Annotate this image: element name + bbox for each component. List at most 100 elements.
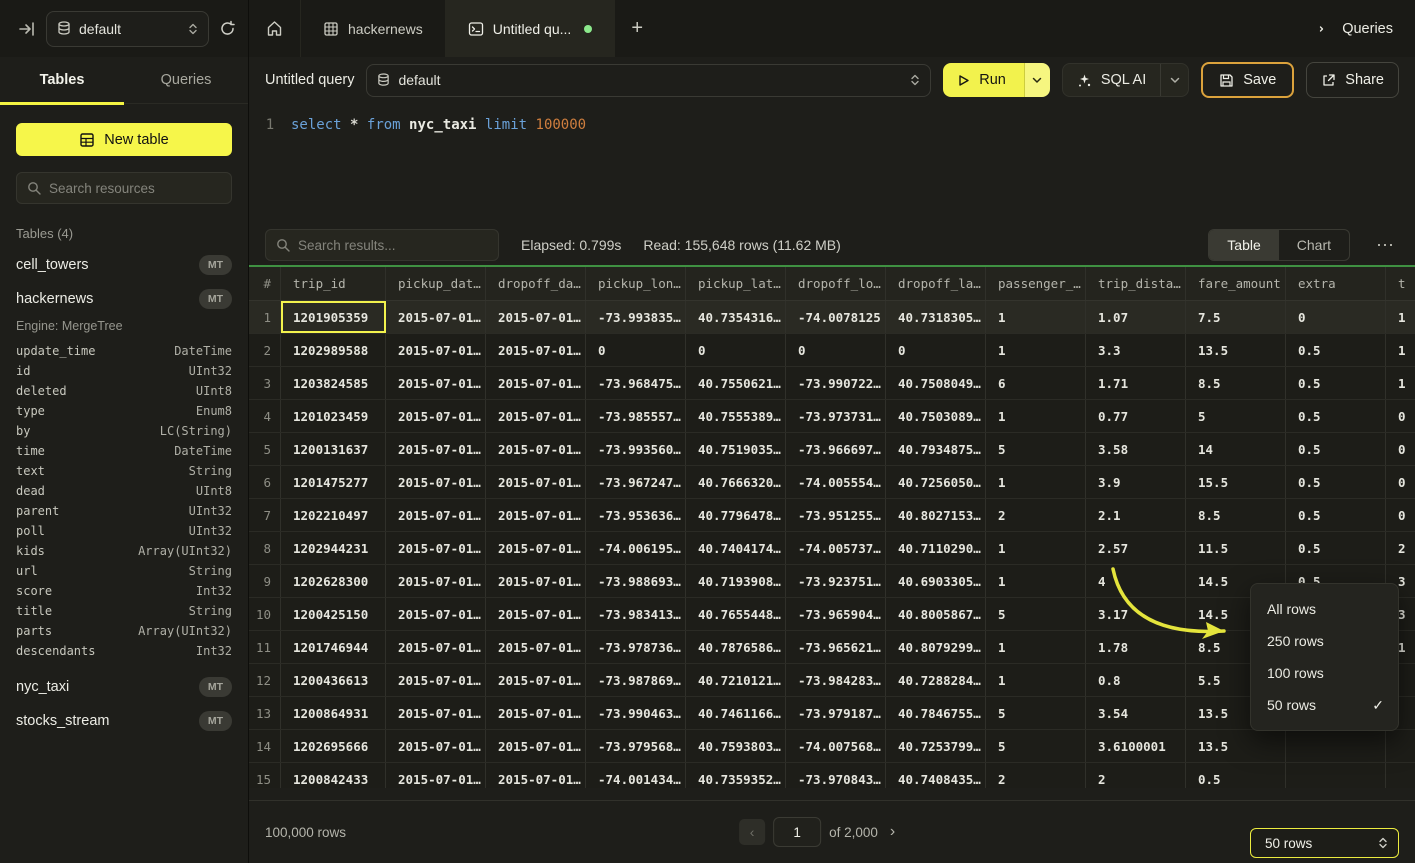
table-cell[interactable]: 1200436613 xyxy=(281,664,386,696)
table-cell[interactable]: 13.5 xyxy=(1186,334,1286,366)
table-cell[interactable]: 8.5 xyxy=(1186,499,1286,531)
table-cell[interactable]: 1 xyxy=(986,664,1086,696)
table-cell[interactable]: 40.7193908… xyxy=(686,565,786,597)
table-cell[interactable]: 2015-07-01… xyxy=(486,400,586,432)
sidebar-tab-queries[interactable]: Queries xyxy=(124,57,248,103)
table-cell[interactable]: -74.006195… xyxy=(586,532,686,564)
prev-page-button[interactable]: ‹ xyxy=(739,819,765,845)
table-cell[interactable]: 2 xyxy=(1086,763,1186,788)
menu-item-250-rows[interactable]: 250 rows xyxy=(1251,625,1398,657)
table-cell[interactable]: 1 xyxy=(986,631,1086,663)
table-cell[interactable]: 2.57 xyxy=(1086,532,1186,564)
column-header[interactable]: dropoff_lo… xyxy=(786,267,886,300)
table-cell[interactable]: -73.967247… xyxy=(586,466,686,498)
page-input[interactable] xyxy=(773,817,821,847)
column-header[interactable]: # xyxy=(249,267,281,300)
column-header[interactable]: pickup_lon… xyxy=(586,267,686,300)
table-cell[interactable]: -73.993835… xyxy=(586,301,686,333)
table-cell[interactable]: 2015-07-01… xyxy=(486,301,586,333)
table-cell[interactable]: 40.7503089… xyxy=(886,400,986,432)
table-cell[interactable]: 1 xyxy=(986,565,1086,597)
table-cell[interactable]: -74.005554… xyxy=(786,466,886,498)
table-cell[interactable]: -73.978736… xyxy=(586,631,686,663)
table-cell[interactable]: 40.6903305… xyxy=(886,565,986,597)
table-cell[interactable]: 40.7256050… xyxy=(886,466,986,498)
table-cell[interactable]: 1 xyxy=(986,334,1086,366)
table-cell[interactable] xyxy=(1386,763,1415,788)
new-tab-button[interactable]: + xyxy=(615,0,659,57)
table-cell[interactable]: 40.7555389… xyxy=(686,400,786,432)
sql-ai-caret[interactable] xyxy=(1160,64,1188,96)
table-cell[interactable]: 40.7666320… xyxy=(686,466,786,498)
view-tab-chart[interactable]: Chart xyxy=(1279,230,1349,260)
table-cell[interactable]: 0.5 xyxy=(1286,334,1386,366)
table-cell[interactable]: 1202210497 xyxy=(281,499,386,531)
table-cell[interactable]: 3.17 xyxy=(1086,598,1186,630)
table-cell[interactable]: 0 xyxy=(886,334,986,366)
table-cell[interactable]: 3.6100001 xyxy=(1086,730,1186,762)
table-cell[interactable]: -73.979187… xyxy=(786,697,886,729)
column-header[interactable]: fare_amount xyxy=(1186,267,1286,300)
table-cell[interactable]: 40.7796478… xyxy=(686,499,786,531)
table-cell[interactable]: 5 xyxy=(986,697,1086,729)
new-table-button[interactable]: New table xyxy=(16,123,232,156)
table-cell[interactable]: 40.7846755… xyxy=(886,697,986,729)
results-search-input[interactable] xyxy=(298,238,488,253)
table-cell[interactable]: 1.78 xyxy=(1086,631,1186,663)
table-cell[interactable]: 40.7110290… xyxy=(886,532,986,564)
column-header[interactable]: t xyxy=(1386,267,1415,300)
share-button[interactable]: Share xyxy=(1306,62,1399,98)
sidebar-item-hackernews[interactable]: hackernews MT xyxy=(0,275,248,309)
table-cell[interactable]: 0 xyxy=(786,334,886,366)
table-cell[interactable]: 2015-07-01… xyxy=(386,499,486,531)
table-cell[interactable]: 0.8 xyxy=(1086,664,1186,696)
table-cell[interactable]: 0 xyxy=(1386,466,1415,498)
table-cell[interactable]: 1201023459 xyxy=(281,400,386,432)
table-cell[interactable]: 1200425150 xyxy=(281,598,386,630)
table-cell[interactable]: 2015-07-01… xyxy=(386,334,486,366)
table-cell[interactable]: 40.7404174… xyxy=(686,532,786,564)
table-cell[interactable]: 2015-07-01… xyxy=(486,664,586,696)
table-cell[interactable]: 40.7876586… xyxy=(686,631,786,663)
table-cell[interactable]: -73.965621… xyxy=(786,631,886,663)
run-button[interactable]: Run xyxy=(943,63,1050,97)
table-cell[interactable]: 40.7359352… xyxy=(686,763,786,788)
tab-home[interactable] xyxy=(249,0,301,57)
table-cell[interactable]: 1201905359 xyxy=(281,301,386,333)
column-header[interactable]: extra xyxy=(1286,267,1386,300)
sql-ai-button[interactable]: SQL AI xyxy=(1062,63,1189,97)
table-cell[interactable]: 1 xyxy=(986,400,1086,432)
save-button[interactable]: Save xyxy=(1201,62,1294,98)
column-header[interactable]: passenger_… xyxy=(986,267,1086,300)
table-cell[interactable]: 2.1 xyxy=(1086,499,1186,531)
table-cell[interactable]: -73.984283… xyxy=(786,664,886,696)
menu-item-all-rows[interactable]: All rows xyxy=(1251,593,1398,625)
queries-button[interactable]: Queries xyxy=(1316,21,1393,37)
table-cell[interactable]: -73.953636… xyxy=(586,499,686,531)
table-cell[interactable]: 40.7354316… xyxy=(686,301,786,333)
table-cell[interactable]: 0.5 xyxy=(1286,400,1386,432)
sql-editor[interactable]: 1 select * from nyc_taxi limit 100000 xyxy=(249,103,1415,225)
table-cell[interactable]: 2015-07-01… xyxy=(486,730,586,762)
table-cell[interactable]: 40.7288284… xyxy=(886,664,986,696)
table-cell[interactable]: -74.0078125 xyxy=(786,301,886,333)
table-cell[interactable]: 1202989588 xyxy=(281,334,386,366)
column-header[interactable]: trip_dista… xyxy=(1086,267,1186,300)
table-cell[interactable]: 15.5 xyxy=(1186,466,1286,498)
table-cell[interactable]: 0 xyxy=(586,334,686,366)
table-cell[interactable]: 7.5 xyxy=(1186,301,1286,333)
table-cell[interactable] xyxy=(1386,730,1415,762)
table-cell[interactable]: 2 xyxy=(986,763,1086,788)
table-cell[interactable]: 40.8079299… xyxy=(886,631,986,663)
column-header[interactable]: pickup_dat… xyxy=(386,267,486,300)
refresh-icon[interactable] xyxy=(219,20,236,37)
table-cell[interactable]: 0.5 xyxy=(1286,433,1386,465)
table-cell[interactable]: 40.8005867… xyxy=(886,598,986,630)
table-cell[interactable]: 0 xyxy=(1386,499,1415,531)
table-cell[interactable]: 40.7253799… xyxy=(886,730,986,762)
table-cell[interactable]: 5 xyxy=(986,598,1086,630)
table-cell[interactable]: 2015-07-01… xyxy=(486,433,586,465)
menu-item-50-rows[interactable]: 50 rows✓ xyxy=(1251,689,1398,721)
table-cell[interactable]: 0 xyxy=(1386,433,1415,465)
table-cell[interactable]: -73.923751… xyxy=(786,565,886,597)
